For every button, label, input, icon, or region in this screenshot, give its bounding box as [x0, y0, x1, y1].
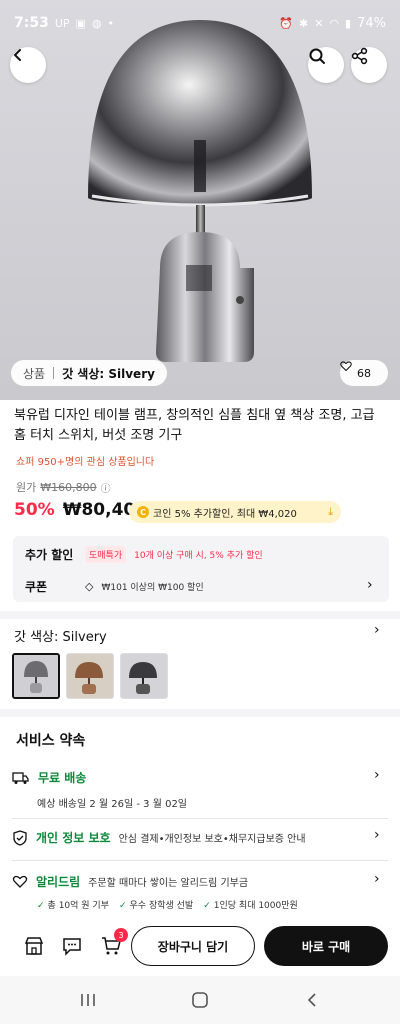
selected-option-label: 갓 색상: Silvery — [62, 366, 155, 381]
option-title[interactable]: 갓 색상: Silvery — [14, 626, 107, 645]
shield-icon — [13, 829, 27, 846]
wholesale-tag: 도매특가 — [85, 546, 127, 563]
interest-note: 쇼퍼 950+명의 관심 상품입니다 — [16, 457, 155, 468]
system-nav-bar — [0, 976, 400, 1024]
original-price: 원가 ₩160,800 ⓘ — [16, 479, 111, 495]
check-icon: ✓ — [118, 901, 127, 911]
coupon-row[interactable]: 쿠폰 ◇ ₩101 이상의 ₩100 할인 — [25, 578, 204, 595]
bluetooth-icon: ✱ — [298, 16, 309, 30]
extra-discount-row: 추가 할인 도매특가 10개 이상 구매 시, 5% 추가 할인 — [25, 546, 263, 563]
check-icon: ✓ — [203, 901, 211, 911]
product-title: 북유럽 디자인 테이블 램프, 창의적인 심플 침대 옆 책상 조명, 고급 홈… — [14, 408, 375, 443]
product-image[interactable]: 상품 갓 색상: Silvery 68 — [0, 0, 400, 400]
option-thumb-silvery[interactable] — [12, 653, 60, 699]
option-thumbnails — [12, 653, 168, 699]
coin-discount-text: 코인 5% 추가할인, 최대 ₩4,020 — [153, 508, 297, 520]
aliedream-row[interactable]: 알리드림 주문할 때마다 쌓이는 알리드림 기부금 — [12, 873, 248, 890]
option-thumb-dark[interactable] — [120, 653, 168, 699]
privacy-row[interactable]: 개인 정보 보호 안심 결제•개인정보 보호•채무지급보증 안내 — [12, 829, 306, 846]
back-button[interactable] — [10, 47, 46, 83]
aliedream-chevron-icon[interactable]: › — [374, 871, 380, 887]
store-icon[interactable] — [22, 934, 46, 958]
bullet-text: 총 10억 원 기부 — [47, 901, 109, 911]
coupon-chevron-icon[interactable]: › — [367, 577, 373, 593]
coin-icon: C — [137, 506, 149, 518]
extra-discount-label: 추가 할인 — [25, 548, 74, 562]
bullet-text: 우수 장학생 선발 — [129, 901, 194, 911]
delivery-estimate: 예상 배송일 2 월 26일 - 3 월 02일 — [37, 799, 188, 810]
bullet-text: 1인당 최대 1000만원 — [213, 901, 298, 911]
original-price-value: ₩160,800 — [40, 480, 97, 494]
home-icon[interactable] — [188, 988, 212, 1012]
price-row: 50% ₩80,400 — [14, 500, 147, 520]
up-icon: UP — [54, 16, 70, 30]
info-icon[interactable]: ⓘ — [101, 480, 111, 495]
signal-icon: ▮ — [345, 16, 352, 30]
discount-rate: 50% — [14, 500, 55, 520]
chat-icon[interactable] — [60, 934, 84, 958]
gallery-icon: ▣ — [75, 16, 86, 30]
section-divider — [0, 611, 400, 619]
privacy-desc: 안심 결제•개인정보 보호•채무지급보증 안내 — [118, 834, 306, 845]
like-button[interactable]: 68 — [340, 360, 388, 386]
divider — [53, 367, 55, 379]
search-icon — [309, 48, 325, 64]
back-nav-icon[interactable] — [300, 988, 324, 1012]
truck-icon — [12, 771, 29, 784]
tag-icon: ◇ — [85, 580, 94, 593]
chevron-left-icon — [13, 49, 21, 61]
divider — [12, 818, 388, 819]
check-icon: ✓ — [37, 901, 45, 911]
heart-hand-icon — [12, 875, 28, 888]
privacy-label: 개인 정보 보호 — [36, 831, 111, 845]
search-button[interactable] — [308, 47, 344, 83]
dot-icon: • — [107, 16, 115, 30]
download-icon: ⤓ — [328, 505, 333, 518]
add-to-cart-button[interactable]: 장바구니 담기 — [131, 926, 255, 966]
aliedream-desc: 주문할 때마다 쌓이는 알리드림 기부금 — [88, 878, 249, 889]
like-count: 68 — [357, 366, 371, 380]
free-shipping-label: 무료 배송 — [38, 771, 87, 785]
benefit-box: 추가 할인 도매특가 10개 이상 구매 시, 5% 추가 할인 쿠폰 ◇ ₩1… — [13, 536, 389, 602]
extra-discount-text: 10개 이상 구매 시, 5% 추가 할인 — [134, 551, 263, 561]
status-time: 7:53 — [14, 15, 49, 31]
share-button[interactable] — [351, 47, 387, 83]
status-bar: 7:53 UP ▣ ◍ • ⏰ ✱ ✕ ◠ ▮ 74% — [0, 0, 400, 46]
bullet-item: ✓ 우수 장학생 선발 — [119, 898, 193, 911]
option-thumb-bronze[interactable] — [66, 653, 114, 699]
bullet-item: ✓ 1인당 최대 1000만원 — [203, 898, 298, 911]
category-label: 상품 — [23, 366, 46, 381]
app-icon: ◍ — [91, 16, 102, 30]
aliedream-bullets: ✓ 총 10억 원 기부 ✓ 우수 장학생 선발 ✓ 1인당 최대 1000만원 — [37, 898, 298, 911]
share-icon — [351, 47, 368, 65]
divider — [12, 860, 388, 861]
coupon-label: 쿠폰 — [25, 580, 48, 594]
option-chip[interactable]: 상품 갓 색상: Silvery — [11, 360, 167, 386]
recent-apps-icon[interactable] — [76, 988, 100, 1012]
mute-icon: ✕ — [314, 16, 324, 30]
heart-icon — [340, 361, 352, 372]
bottom-action-bar: 3 장바구니 담기 바로 구매 — [0, 922, 400, 972]
bullet-item: ✓ 총 10억 원 기부 — [37, 898, 109, 911]
shipping-chevron-icon[interactable]: › — [374, 767, 380, 783]
privacy-chevron-icon[interactable]: › — [374, 827, 380, 843]
original-price-label: 원가 — [16, 481, 37, 494]
cart-count-badge: 3 — [114, 928, 128, 942]
buy-now-button[interactable]: 바로 구매 — [264, 926, 388, 966]
wifi-icon: ◠ — [329, 16, 340, 30]
section-divider — [0, 709, 400, 717]
aliedream-label: 알리드림 — [36, 875, 81, 889]
coin-discount-banner[interactable]: C 코인 5% 추가할인, 최대 ₩4,020 ⤓ — [129, 501, 341, 523]
service-title: 서비스 약속 — [16, 733, 86, 749]
free-shipping-row[interactable]: 무료 배송 — [12, 769, 86, 786]
lamp-thumbnail — [121, 654, 167, 698]
lamp-thumbnail — [67, 654, 113, 698]
lamp-thumbnail — [14, 655, 58, 697]
option-chevron-icon[interactable]: › — [374, 622, 380, 638]
cart-icon[interactable]: 3 — [99, 928, 128, 958]
coupon-text: ₩101 이상의 ₩100 할인 — [101, 583, 204, 593]
battery-text: 74% — [357, 15, 386, 31]
alarm-icon: ⏰ — [279, 16, 293, 30]
